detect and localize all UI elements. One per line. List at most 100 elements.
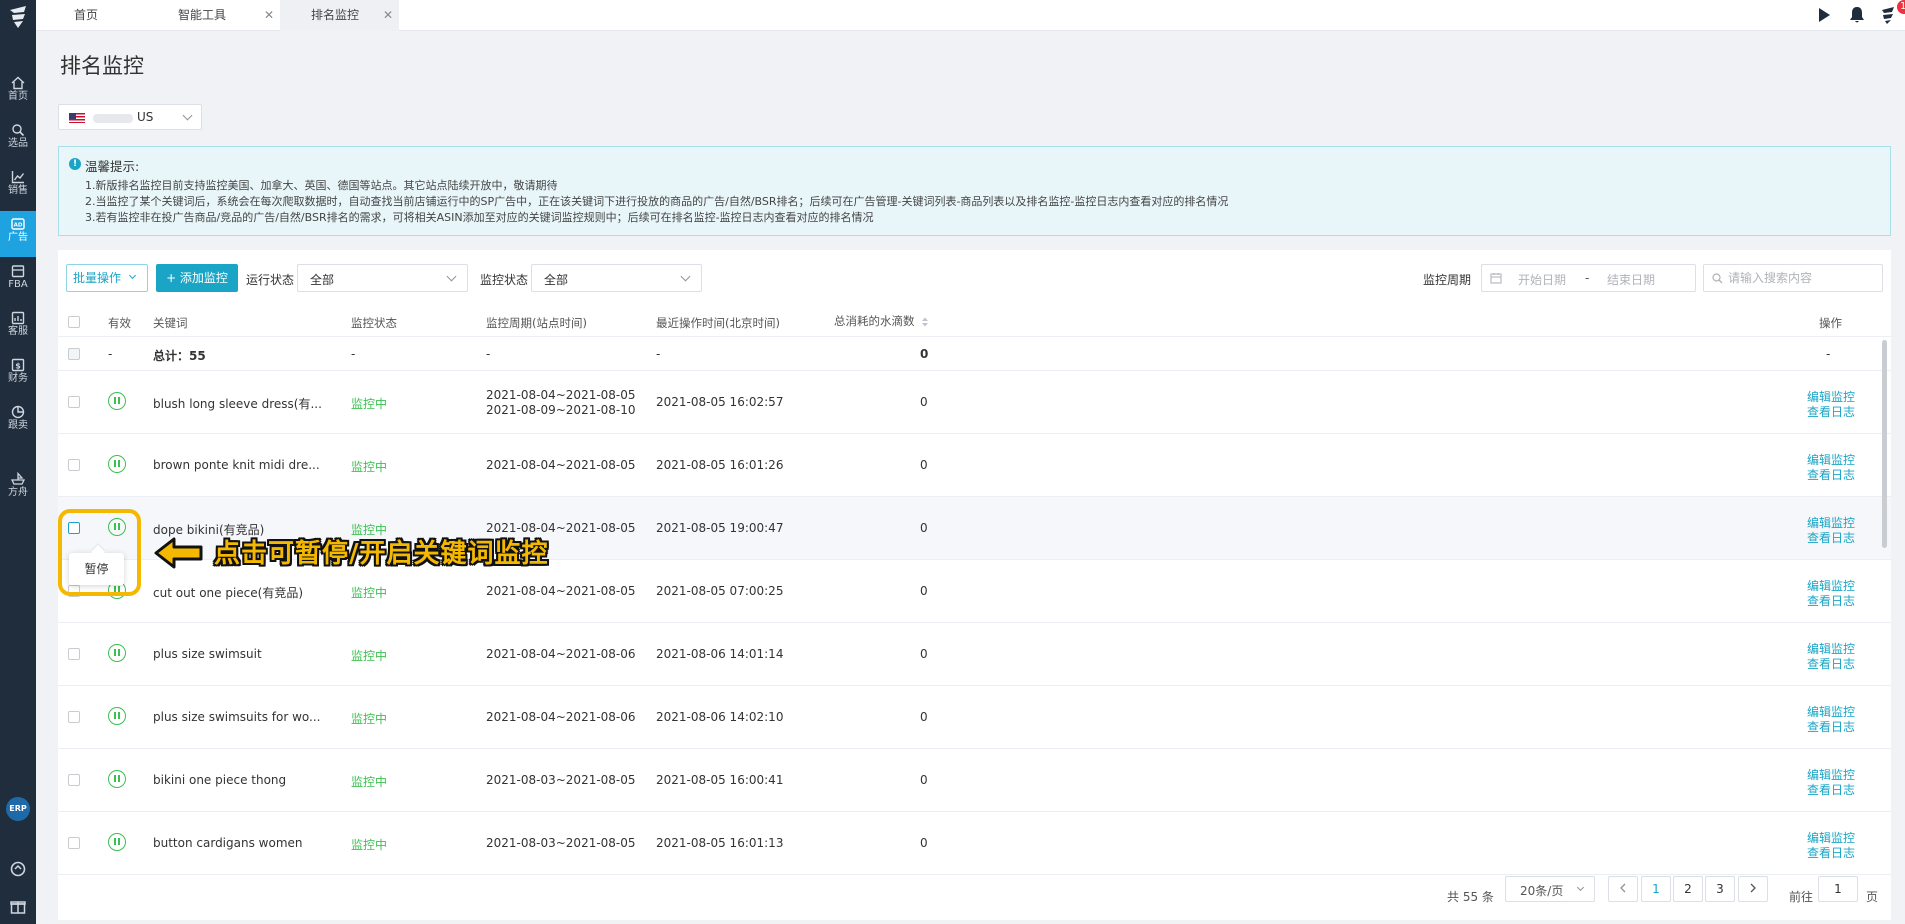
pause-toggle-icon[interactable]	[108, 392, 126, 410]
erp-badge[interactable]: ERP	[6, 797, 30, 821]
view-log-link[interactable]: 查看日志	[1807, 655, 1855, 672]
user-avatar-icon[interactable]	[1878, 5, 1898, 25]
monitor-panel: 批量操作 + 添加监控 运行状态 全部 监控状态 全部 监控周期 开始日期 - …	[58, 250, 1891, 920]
pause-toggle-icon[interactable]	[108, 770, 126, 788]
tab-home[interactable]: 首页	[36, 0, 156, 31]
total-ops: -	[1826, 347, 1831, 361]
site-select[interactable]: US	[58, 104, 202, 130]
sidebar-item-label: 财务	[8, 373, 28, 384]
page-2-button[interactable]: 2	[1673, 876, 1703, 902]
search-box	[1703, 264, 1883, 292]
add-monitor-button[interactable]: + 添加监控	[156, 264, 238, 292]
row-checkbox[interactable]	[68, 711, 80, 723]
drops-cell: 0	[920, 521, 928, 535]
pause-toggle-icon[interactable]	[108, 644, 126, 662]
next-page-button[interactable]	[1738, 876, 1768, 902]
run-status-value: 全部	[310, 273, 335, 287]
header-drops[interactable]: 总消耗的水滴数	[834, 313, 929, 329]
sidebar-item-label: 客服	[8, 326, 28, 337]
period-cell: 2021-08-03~2021-08-05	[486, 836, 636, 850]
status-cell: 监控中	[351, 460, 388, 474]
prev-page-button[interactable]	[1608, 876, 1638, 902]
status-cell: 监控中	[351, 397, 388, 411]
period-cell: 2021-08-04~2021-08-05	[486, 388, 636, 402]
period-cell: 2021-08-04~2021-08-05	[486, 584, 636, 598]
sidebar-item-follow[interactable]: 跟卖	[0, 399, 36, 445]
period-cell-2: 2021-08-09~2021-08-10	[486, 403, 636, 417]
close-icon[interactable]: ✕	[383, 0, 393, 30]
play-icon[interactable]	[1814, 5, 1834, 25]
sidebar: 首页 选品 销售 AD 广告 FBA 客服 $ 财务 跟卖 方舟 ERP	[0, 0, 36, 924]
drops-cell: 0	[920, 836, 928, 850]
tab-smart-tools[interactable]: 智能工具 ✕	[156, 0, 280, 31]
row-checkbox[interactable]	[68, 774, 80, 786]
page-size-select[interactable]: 20条/页	[1505, 876, 1595, 902]
vertical-scrollbar[interactable]	[1882, 340, 1887, 548]
view-log-link[interactable]: 查看日志	[1807, 844, 1855, 861]
close-icon[interactable]: ✕	[264, 0, 274, 30]
sidebar-item-selection[interactable]: 选品	[0, 117, 36, 163]
last-op-cell: 2021-08-05 16:01:26	[656, 458, 784, 472]
tips-alert: ! 温馨提示: 1.新版排名监控目前支持监控美国、加拿大、英国、德国等站点。其它…	[58, 146, 1891, 236]
keyword-cell: blush long sleeve dress(有...	[153, 397, 322, 411]
select-all-checkbox[interactable]	[68, 316, 80, 328]
period-cell: 2021-08-04~2021-08-06	[486, 710, 636, 724]
last-op-cell: 2021-08-05 16:01:13	[656, 836, 784, 850]
sort-icon[interactable]	[921, 316, 929, 328]
date-range-picker[interactable]: 开始日期 - 结束日期	[1481, 264, 1696, 292]
header-last-op: 最近操作时间(北京时间)	[656, 316, 780, 330]
logo-icon[interactable]	[6, 4, 30, 30]
tab-rank-monitor[interactable]: 排名监控 ✕	[280, 0, 399, 31]
pause-toggle-icon[interactable]	[108, 833, 126, 851]
run-status-select[interactable]: 全部	[297, 264, 468, 292]
goto-page-input[interactable]: 1	[1818, 876, 1858, 902]
sidebar-item-finance[interactable]: $ 财务	[0, 352, 36, 398]
sidebar-item-ads[interactable]: AD 广告	[0, 211, 36, 257]
pause-toggle-icon[interactable]	[108, 707, 126, 725]
status-cell: 监控中	[351, 586, 388, 600]
bell-icon[interactable]	[1847, 5, 1867, 25]
row-checkbox[interactable]	[68, 459, 80, 471]
page-1-button[interactable]: 1	[1641, 876, 1671, 902]
row-checkbox[interactable]	[68, 648, 80, 660]
view-log-link[interactable]: 查看日志	[1807, 718, 1855, 735]
batch-operation-button[interactable]: 批量操作	[66, 264, 148, 292]
status-cell: 监控中	[351, 712, 388, 726]
table-row: plus size swimsuit 监控中 2021-08-04~2021-0…	[58, 623, 1891, 686]
pause-toggle-icon[interactable]	[108, 455, 126, 473]
keyword-cell: brown ponte knit midi dre...	[153, 458, 320, 472]
sidebar-item-sales[interactable]: 销售	[0, 164, 36, 210]
row-checkbox[interactable]	[68, 396, 80, 408]
gift-icon[interactable]	[9, 897, 27, 915]
service-icon	[11, 311, 25, 325]
header-drops-label: 总消耗的水滴数	[834, 314, 915, 328]
alert-line: 2.当监控了某个关键词后，系统会在每次爬取数据时，自动查找当前店铺运行中的SP广…	[85, 195, 1229, 208]
sidebar-item-service[interactable]: 客服	[0, 305, 36, 351]
finance-icon: $	[11, 358, 25, 372]
row-checkbox[interactable]	[68, 837, 80, 849]
chevron-right-icon	[1750, 883, 1756, 893]
monitor-status-select[interactable]: 全部	[531, 264, 702, 292]
total-status: -	[351, 347, 356, 361]
view-log-link[interactable]: 查看日志	[1807, 403, 1855, 420]
top-bar: 首页 智能工具 ✕ 排名监控 ✕ 16	[36, 0, 1905, 31]
sidebar-item-ark[interactable]: 方舟	[0, 466, 36, 512]
run-status-label: 运行状态	[246, 273, 295, 287]
page-title: 排名监控	[60, 54, 144, 78]
sidebar-item-fba[interactable]: FBA	[0, 258, 36, 304]
search-input[interactable]	[1728, 269, 1878, 287]
status-cell: 监控中	[351, 649, 388, 663]
header-keyword: 关键词	[153, 316, 188, 330]
pie-icon	[11, 405, 25, 419]
last-op-cell: 2021-08-06 14:02:10	[656, 710, 784, 724]
sidebar-item-home[interactable]: 首页	[0, 70, 36, 116]
total-valid: -	[108, 347, 113, 361]
switch-icon[interactable]	[9, 860, 27, 878]
chevron-left-icon	[1620, 883, 1626, 893]
view-log-link[interactable]: 查看日志	[1807, 466, 1855, 483]
view-log-link[interactable]: 查看日志	[1807, 529, 1855, 546]
view-log-link[interactable]: 查看日志	[1807, 592, 1855, 609]
last-op-cell: 2021-08-06 14:01:14	[656, 647, 784, 661]
view-log-link[interactable]: 查看日志	[1807, 781, 1855, 798]
page-3-button[interactable]: 3	[1705, 876, 1735, 902]
